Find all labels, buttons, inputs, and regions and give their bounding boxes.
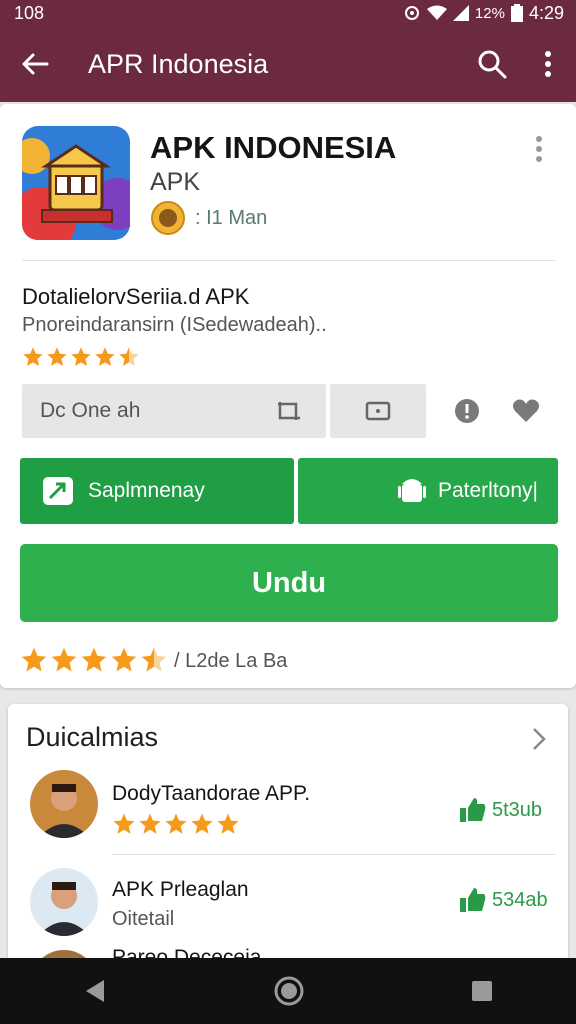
nav-home-icon[interactable]: [273, 975, 305, 1007]
thumbs-up-icon: [460, 798, 486, 822]
star-icon: [111, 647, 137, 672]
divider: [112, 854, 556, 855]
permission-button-label: Paterltony|: [437, 479, 538, 502]
person-avatar-icon: [30, 868, 98, 936]
developer-text: : I1 Man: [195, 207, 268, 229]
slot-machine-logo-icon: [22, 126, 130, 240]
search-icon: [478, 50, 507, 79]
battery-icon: [510, 4, 523, 22]
share-button[interactable]: Saplmnenay: [20, 458, 294, 524]
star-icon: [141, 647, 167, 672]
share-button-label: Saplmnenay: [88, 479, 205, 502]
list-item-count-value: 5t3ub: [492, 798, 543, 821]
more-vert-icon[interactable]: [528, 134, 550, 164]
developer-badge-icon: [151, 201, 185, 235]
primary-field-value: Dc One ah: [40, 399, 141, 422]
overflow-menu-button[interactable]: [520, 26, 576, 102]
star-icon: [217, 813, 239, 834]
signal-icon: [452, 5, 469, 21]
crop-icon: [278, 402, 300, 420]
chevron-right-icon[interactable]: [530, 726, 548, 752]
description-title: DotalielorvSeriia.d APK: [22, 284, 250, 309]
back-button[interactable]: [0, 26, 70, 102]
nav-recents-icon[interactable]: [470, 979, 494, 1003]
rating-count-text: / L2de La Ba: [174, 650, 288, 672]
list-item-rating: [112, 812, 240, 836]
list-item-name: DodyTaandorae APP.: [112, 782, 311, 805]
status-right: 12% 4:29: [403, 3, 564, 24]
card-icon: [365, 401, 391, 421]
list-item-count-value: 534ab: [492, 888, 548, 911]
status-time: 4:29: [528, 2, 564, 23]
arrow-left-icon: [22, 53, 49, 75]
star-icon: [71, 347, 91, 366]
star-icon: [191, 813, 213, 834]
overall-rating: [20, 646, 168, 674]
description-rating: [22, 346, 140, 368]
list-item-sub: Oitetail: [112, 908, 175, 930]
star-icon: [21, 647, 47, 672]
list-title: Duicalmias: [26, 722, 159, 752]
star-icon: [47, 347, 67, 366]
app-icon[interactable]: [22, 126, 130, 240]
person-avatar-icon: [30, 770, 98, 838]
status-left-text: 108: [14, 2, 45, 23]
star-icon: [119, 347, 139, 366]
primary-field[interactable]: Dc One ah: [22, 384, 326, 438]
star-icon: [139, 813, 161, 834]
info-icon[interactable]: [454, 398, 480, 424]
download-button-label: Undu: [251, 566, 327, 599]
list-item-name: APK Prleaglan: [112, 878, 249, 901]
app-bar-title: APR Indonesia: [88, 48, 269, 79]
status-bar: 108 12% 4:29: [0, 0, 576, 26]
description-subtitle: Pnoreindaransirn (ISedewadeah)..: [22, 314, 327, 336]
app-name: APK INDONESIA: [150, 130, 397, 165]
heart-icon[interactable]: [512, 398, 540, 424]
android-icon: [397, 479, 426, 502]
battery-percent: 12%: [474, 4, 505, 22]
star-icon: [95, 347, 115, 366]
star-icon: [23, 347, 43, 366]
nav-back-icon[interactable]: [82, 978, 108, 1004]
download-button[interactable]: Undu: [20, 544, 558, 622]
star-icon: [81, 647, 107, 672]
avatar: [30, 868, 98, 936]
thumbs-up-icon: [460, 888, 486, 912]
related-apps-card: Duicalmias DodyTaandorae APP. 5t3ub APK …: [8, 704, 568, 964]
wifi-icon: [426, 5, 447, 20]
star-icon: [113, 813, 135, 834]
settings-icon: [404, 6, 419, 20]
divider: [22, 260, 556, 261]
app-subtitle: APK: [150, 168, 201, 196]
app-bar: APR Indonesia: [0, 26, 576, 102]
search-button[interactable]: [464, 26, 520, 102]
system-nav-bar: [0, 958, 576, 1024]
app-detail-card: APK INDONESIA APK : I1 Man DotalielorvSe…: [0, 104, 576, 688]
star-icon: [51, 647, 77, 672]
secondary-field[interactable]: [330, 384, 426, 438]
permission-button[interactable]: Paterltony|: [298, 458, 558, 524]
list-item-count: 5t3ub: [460, 798, 542, 822]
avatar: [30, 770, 98, 838]
list-item-count: 534ab: [460, 888, 548, 912]
share-icon: [43, 477, 73, 505]
star-icon: [165, 813, 187, 834]
more-vert-icon: [545, 51, 551, 77]
